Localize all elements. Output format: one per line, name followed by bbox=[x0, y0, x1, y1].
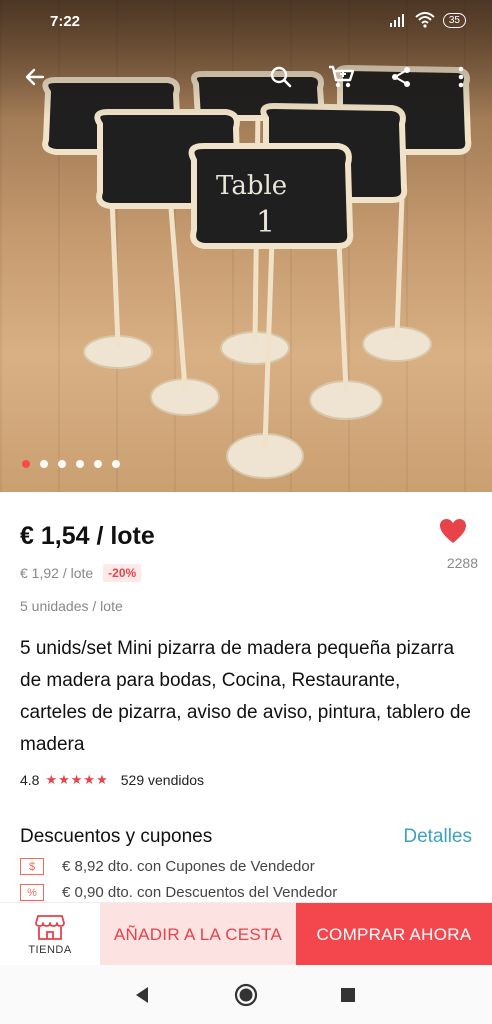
rating-value: 4.8 bbox=[20, 772, 40, 788]
coupons-heading: Descuentos y cupones bbox=[20, 826, 213, 847]
wifi-icon bbox=[415, 12, 435, 28]
coupons-details-link[interactable]: Detalles bbox=[403, 826, 472, 848]
cart-icon bbox=[329, 65, 355, 88]
rating-stars: ★★★★★ bbox=[45, 772, 109, 787]
product-image-gallery[interactable]: Table 1 7:22 35 bbox=[0, 0, 492, 492]
search-icon bbox=[270, 66, 292, 88]
coupon-percent-icon: % bbox=[20, 884, 44, 901]
original-price-row: € 1,92 / lote -20% bbox=[20, 564, 142, 582]
top-action-bar bbox=[0, 60, 492, 96]
carousel-dot[interactable] bbox=[40, 460, 48, 468]
wishlist-button[interactable] bbox=[434, 518, 472, 548]
coupon-text: € 8,92 dto. con Cupones de Vendedor bbox=[62, 858, 315, 875]
circle-home-icon bbox=[234, 983, 258, 1007]
coupon-item[interactable]: % € 0,90 dto. con Descuentos del Vendedo… bbox=[20, 884, 337, 901]
add-to-cart-button[interactable]: AÑADIR A LA CESTA bbox=[100, 903, 296, 966]
coupon-text: € 0,90 dto. con Descuentos del Vendedor bbox=[62, 884, 338, 901]
store-label: TIENDA bbox=[28, 943, 72, 956]
nav-home-button[interactable] bbox=[234, 983, 258, 1007]
battery-icon: 35 bbox=[442, 12, 466, 28]
search-button[interactable] bbox=[264, 60, 298, 94]
rating-row[interactable]: 4.8 ★★★★★ 529 vendidos bbox=[20, 772, 204, 788]
cart-button[interactable] bbox=[324, 60, 358, 94]
carousel-dot[interactable] bbox=[58, 460, 66, 468]
board-text-line2: 1 bbox=[256, 205, 275, 240]
back-button[interactable] bbox=[18, 60, 52, 94]
triangle-back-icon bbox=[136, 987, 148, 1003]
product-title: 5 unids/set Mini pizarra de madera peque… bbox=[20, 638, 471, 755]
store-button[interactable]: TIENDA bbox=[0, 903, 100, 966]
sold-count: 529 vendidos bbox=[120, 772, 205, 788]
carousel-indicator bbox=[22, 460, 120, 468]
heart-icon bbox=[440, 519, 466, 543]
nav-back-button[interactable] bbox=[130, 983, 154, 1007]
carousel-dot[interactable] bbox=[112, 460, 120, 468]
store-icon bbox=[35, 914, 65, 940]
carousel-dot[interactable] bbox=[94, 460, 102, 468]
system-nav-bar bbox=[0, 965, 492, 1024]
buy-now-button[interactable]: COMPRAR AHORA bbox=[296, 903, 492, 966]
signal-icon bbox=[389, 14, 404, 27]
arrow-left-icon bbox=[25, 68, 45, 86]
coupon-dollar-icon: $ bbox=[20, 858, 44, 875]
carousel-dot[interactable] bbox=[22, 460, 30, 468]
carousel-dot[interactable] bbox=[76, 460, 84, 468]
purchase-action-bar: TIENDA AÑADIR A LA CESTA COMPRAR AHORA bbox=[0, 902, 492, 966]
nav-recents-button[interactable] bbox=[336, 983, 360, 1007]
original-price: € 1,92 / lote bbox=[20, 565, 94, 581]
more-vertical-icon bbox=[458, 66, 464, 88]
wishlist-count: 2288 bbox=[446, 555, 478, 571]
share-icon bbox=[392, 67, 410, 87]
more-button[interactable] bbox=[444, 60, 478, 94]
product-price: € 1,54 / lote bbox=[20, 522, 155, 550]
share-button[interactable] bbox=[384, 60, 418, 94]
square-recents-icon bbox=[341, 988, 355, 1002]
discount-badge: -20% bbox=[103, 564, 142, 582]
units-per-lot: 5 unidades / lote bbox=[20, 598, 123, 614]
board-text-line1: Table bbox=[216, 171, 287, 201]
status-time: 7:22 bbox=[50, 13, 81, 30]
status-bar: 7:22 35 bbox=[0, 0, 492, 44]
coupon-item[interactable]: $ € 8,92 dto. con Cupones de Vendedor bbox=[20, 858, 315, 875]
